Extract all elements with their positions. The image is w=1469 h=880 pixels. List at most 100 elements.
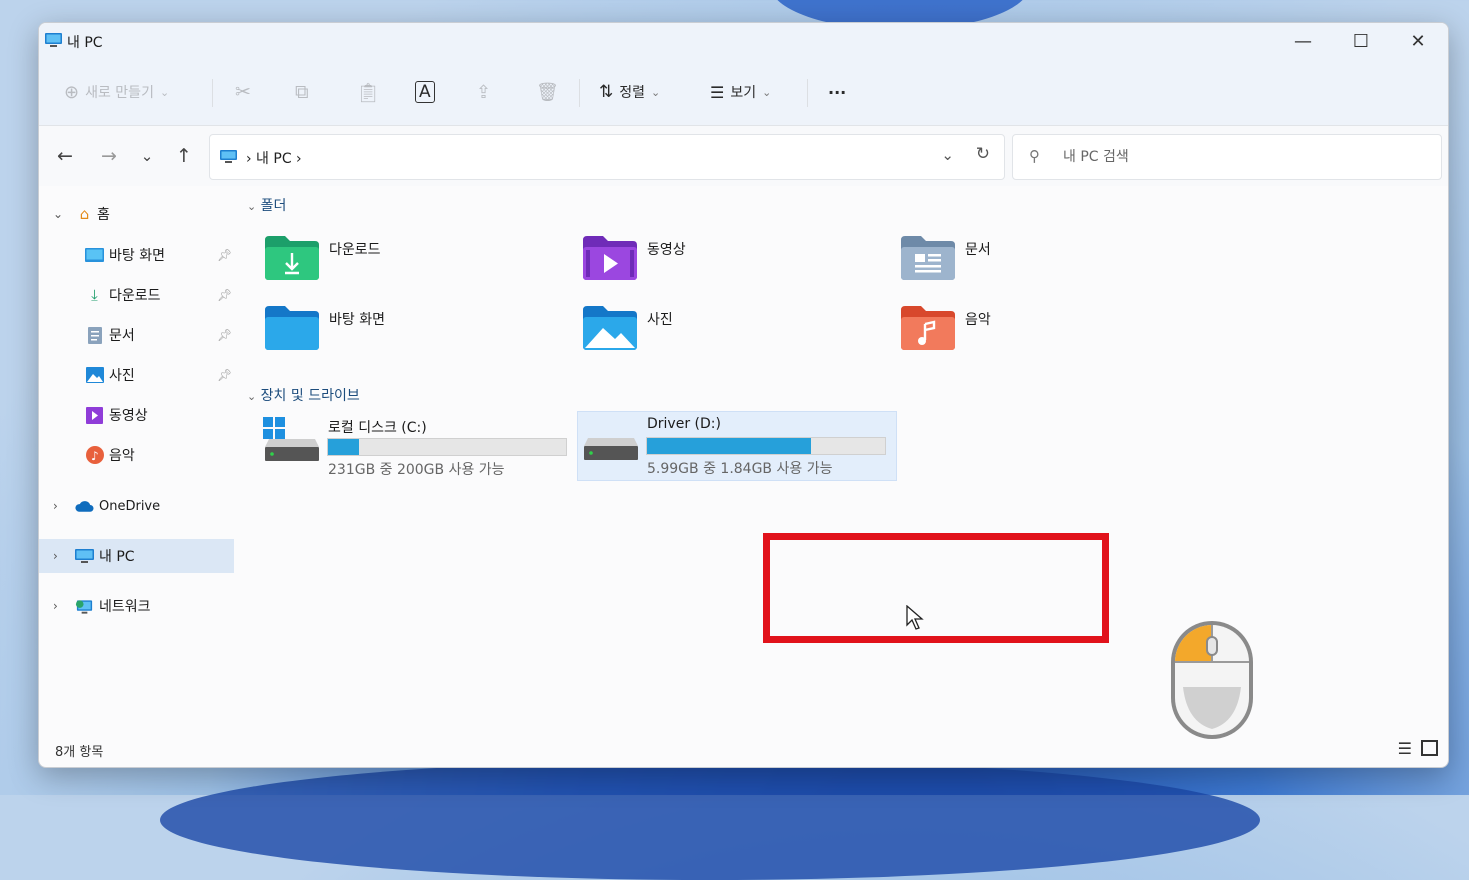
this-pc-icon xyxy=(220,150,237,163)
paste-button[interactable]: 📋︎ xyxy=(356,75,380,109)
folder-tile-downloads[interactable]: 다운로드 xyxy=(259,232,559,288)
chevron-down-icon: ⌄ xyxy=(159,85,170,99)
copy-icon: ⧉ xyxy=(295,81,309,103)
rename-button[interactable]: A xyxy=(415,75,435,109)
close-button[interactable]: ✕ xyxy=(1389,23,1447,59)
sidebar-item-label: 문서 xyxy=(109,328,135,344)
sidebar-item-pictures[interactable]: 사진 📌︎ xyxy=(39,358,234,392)
folder-tile-music[interactable]: 음악 xyxy=(895,302,1195,358)
folder-tile-videos[interactable]: 동영상 xyxy=(577,232,877,288)
cloud-icon xyxy=(75,498,94,515)
mouse-left-click-icon xyxy=(1171,621,1253,739)
desktop-icon xyxy=(85,247,104,264)
this-pc-icon xyxy=(75,548,94,565)
sidebar-item-network[interactable]: › 네트워크 xyxy=(39,589,234,623)
sidebar-item-label: 내 PC xyxy=(99,549,135,565)
view-list-icon: ☰ xyxy=(710,82,725,102)
pin-icon[interactable]: 📌︎ xyxy=(217,288,232,302)
drive-tile-d[interactable]: Driver (D:) 5.99GB 중 1.84GB 사용 가능 xyxy=(577,411,897,481)
drives-group-header[interactable]: ⌄ 장치 및 드라이브 xyxy=(247,385,360,405)
address-bar[interactable]: › 내 PC › ⌄ ↻ xyxy=(209,134,1005,180)
folders-group-header[interactable]: ⌄ 폴더 xyxy=(247,195,286,215)
expand-chevron-icon[interactable]: › xyxy=(53,499,58,513)
refresh-icon[interactable]: ↻ xyxy=(976,144,990,164)
music-icon: ♪ xyxy=(85,446,104,464)
breadcrumb[interactable]: › 내 PC › xyxy=(246,148,302,168)
clipboard-icon: 📋︎ xyxy=(356,81,381,104)
back-button[interactable]: ← xyxy=(53,144,77,168)
home-icon: ⌂ xyxy=(79,205,90,223)
folder-tile-pictures[interactable]: 사진 xyxy=(577,302,877,358)
folder-tile-desktop[interactable]: 바탕 화면 xyxy=(259,302,559,358)
expand-chevron-icon[interactable]: › xyxy=(53,599,58,613)
sidebar-item-desktop[interactable]: 바탕 화면 📌︎ xyxy=(39,238,234,272)
forward-button[interactable]: → xyxy=(97,144,121,168)
navigation-pane: ⌄ ⌂ 홈 바탕 화면 📌︎ ⤓ 다운로드 📌︎ 문서 📌︎ 사진 📌︎ 동영상 xyxy=(39,187,239,737)
tiles-view-icon[interactable] xyxy=(1421,740,1438,756)
sidebar-item-label: 음악 xyxy=(109,448,135,464)
expand-chevron-icon[interactable]: › xyxy=(53,549,58,563)
share-button[interactable]: ⇪ xyxy=(476,75,491,109)
search-icon: ⚲ xyxy=(1029,147,1040,165)
sidebar-item-home[interactable]: ⌄ ⌂ 홈 xyxy=(39,197,234,231)
desktop-folder-icon xyxy=(265,306,319,350)
toolbar-divider xyxy=(212,79,213,107)
pin-icon[interactable]: 📌︎ xyxy=(217,368,232,382)
view-label: 보기 xyxy=(730,85,757,101)
folder-label: 동영상 xyxy=(647,242,686,258)
sidebar-item-label: 다운로드 xyxy=(109,288,161,304)
hard-drive-icon xyxy=(265,439,319,461)
delete-button[interactable]: 🗑︎ xyxy=(536,75,559,109)
sidebar-item-videos[interactable]: 동영상 xyxy=(39,398,234,432)
drive-tile-c[interactable]: 로컬 디스크 (C:) 231GB 중 200GB 사용 가능 xyxy=(259,413,577,481)
maximize-button[interactable]: ☐ xyxy=(1332,23,1390,59)
sort-button[interactable]: ⇅ 정렬 ⌄ xyxy=(599,75,660,109)
toolbar-divider xyxy=(579,79,580,107)
download-folder-icon xyxy=(265,236,319,280)
title-bar: 내 PC — ☐ ✕ xyxy=(39,23,1448,61)
search-box[interactable]: ⚲ xyxy=(1012,134,1442,180)
drive-usage-bar xyxy=(646,437,886,455)
expand-chevron-icon[interactable]: ⌄ xyxy=(53,207,63,221)
sidebar-item-label: 동영상 xyxy=(109,408,148,424)
drive-name: Driver (D:) xyxy=(647,416,721,432)
address-dropdown-icon[interactable]: ⌄ xyxy=(941,146,954,164)
documents-folder-icon xyxy=(901,236,955,280)
folder-tile-documents[interactable]: 문서 xyxy=(895,232,1195,288)
sidebar-item-this-pc[interactable]: › 내 PC xyxy=(39,539,234,573)
sort-icon: ⇅ xyxy=(599,82,614,102)
sidebar-item-documents[interactable]: 문서 📌︎ xyxy=(39,318,234,352)
command-toolbar: ⊕ 새로 만들기 ⌄ ✂ ⧉ 📋︎ A ⇪ 🗑︎ ⇅ 정렬 ⌄ ☰ 보기 ⌄ ·… xyxy=(39,61,1448,126)
recent-locations-button[interactable]: ⌄ xyxy=(135,144,159,168)
svg-text:♪: ♪ xyxy=(91,449,99,463)
view-button[interactable]: ☰ 보기 ⌄ xyxy=(710,75,771,109)
drive-usage-bar xyxy=(327,438,567,456)
minimize-button[interactable]: — xyxy=(1274,23,1332,59)
sidebar-item-label: 네트워크 xyxy=(99,599,151,615)
new-button[interactable]: ⊕ 새로 만들기 ⌄ xyxy=(64,75,169,109)
document-icon xyxy=(85,326,104,344)
hard-drive-icon xyxy=(584,438,638,460)
folder-label: 다운로드 xyxy=(329,242,381,258)
sidebar-item-onedrive[interactable]: › OneDrive xyxy=(39,489,234,523)
this-pc-icon xyxy=(45,33,62,47)
rename-icon: A xyxy=(415,81,435,103)
chevron-down-icon: ⌄ xyxy=(762,85,772,99)
details-view-icon[interactable]: ☰ xyxy=(1398,739,1412,758)
share-icon: ⇪ xyxy=(476,81,492,103)
file-explorer-window: 내 PC — ☐ ✕ ⊕ 새로 만들기 ⌄ ✂ ⧉ 📋︎ A ⇪ 🗑︎ ⇅ 정렬… xyxy=(38,22,1449,768)
new-label: 새로 만들기 xyxy=(85,85,154,101)
pictures-icon xyxy=(85,367,104,384)
cut-button[interactable]: ✂ xyxy=(235,75,251,109)
collapse-chevron-icon: ⌄ xyxy=(247,200,257,213)
videos-folder-icon xyxy=(583,236,637,280)
copy-button[interactable]: ⧉ xyxy=(295,75,309,109)
up-button[interactable]: ↑ xyxy=(172,144,196,168)
sidebar-item-music[interactable]: ♪ 음악 xyxy=(39,438,234,472)
pin-icon[interactable]: 📌︎ xyxy=(217,248,232,262)
sidebar-item-label: 바탕 화면 xyxy=(109,248,165,264)
search-input[interactable] xyxy=(1061,145,1425,169)
sidebar-item-downloads[interactable]: ⤓ 다운로드 📌︎ xyxy=(39,278,234,312)
pin-icon[interactable]: 📌︎ xyxy=(217,328,232,342)
more-options-button[interactable]: ··· xyxy=(828,75,846,109)
